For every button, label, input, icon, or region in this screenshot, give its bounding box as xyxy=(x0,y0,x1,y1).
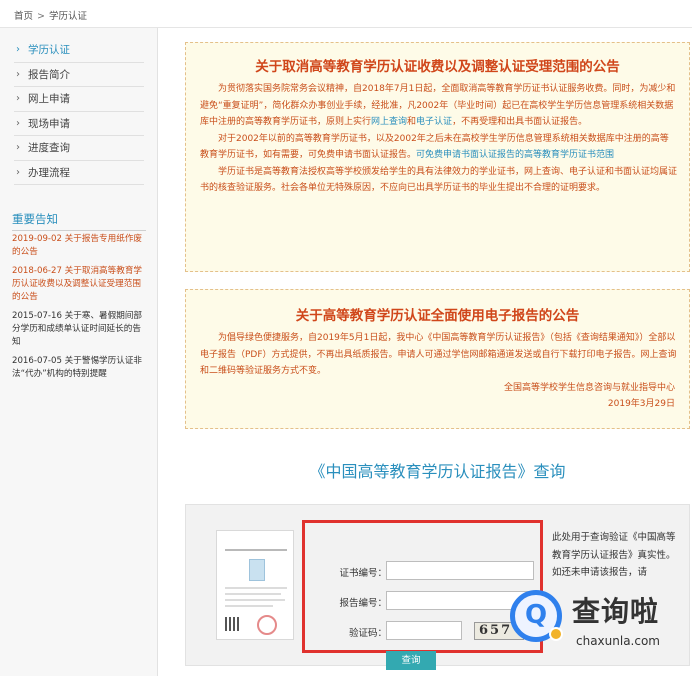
watermark-url: chaxunla.com xyxy=(576,634,660,648)
sidebar-item-onsite-apply[interactable]: › 现场申请 xyxy=(14,112,144,136)
certificate-text-line xyxy=(225,605,273,607)
watermark: Q 查询啦 chaxunla.com xyxy=(510,588,690,668)
sidebar-item-label: 网上申请 xyxy=(28,93,70,105)
announcement-fee-cancel: 关于取消高等教育学历认证收费以及调整认证受理范围的公告 为贯彻落实国务院常务会议… xyxy=(185,42,690,272)
breadcrumb-current: 学历认证 xyxy=(48,11,87,22)
captcha-label: 验证码： xyxy=(348,628,387,639)
notice-link[interactable]: 2016-07-05 关于警惕学历认证非法“代办”机构的特别提醒 xyxy=(12,355,148,381)
chevron-right-icon: › xyxy=(16,44,20,55)
announcement-paragraph: 对于2002年以前的高等教育学历证书，以及2002年之后未在高校学生学历信息管理… xyxy=(200,131,677,164)
notice-link[interactable]: 2019-09-02 关于报告专用纸作废的公告 xyxy=(12,233,148,259)
announcement-paragraph: 为倡导绿色便捷服务，自2019年5月1日起，我中心《中国高等教育学历认证报告》（… xyxy=(200,333,677,376)
paragraph-text: ，不再受理和出具书面认证报告。 xyxy=(452,117,588,127)
sidebar-nav: › 学历认证 › 报告简介 › 网上申请 › 现场申请 › 进度查询 › 办理流程 xyxy=(14,38,144,185)
sidebar-item-online-apply[interactable]: › 网上申请 xyxy=(14,87,144,112)
announcement-body: 为贯彻落实国务院常务会议精神，自2018年7月1日起，全面取消高等教育学历证书认… xyxy=(186,75,689,197)
main-content: 关于取消高等教育学历认证收费以及调整认证受理范围的公告 为贯彻落实国务院常务会议… xyxy=(158,28,692,676)
watermark-text: 查询啦 xyxy=(572,595,660,628)
qr-code-icon xyxy=(225,617,239,631)
magnifier-q-glyph: Q xyxy=(525,600,548,630)
announcement-title: 关于取消高等教育学历认证收费以及调整认证受理范围的公告 xyxy=(255,59,620,75)
announcement-date: 2019年3月29日 xyxy=(607,398,675,409)
chevron-right-icon: › xyxy=(16,117,20,129)
announcement-paragraph: 为贯彻落实国务院常务会议精神，自2018年7月1日起，全面取消高等教育学历证书认… xyxy=(200,81,677,131)
announcement-title: 关于高等教育学历认证全面使用电子报告的公告 xyxy=(295,308,580,324)
query-description: 此处用于查询验证《中国高等教育学历认证报告》真实性。如还未申请该报告，请 xyxy=(552,532,676,578)
certificate-number-input[interactable] xyxy=(386,561,534,580)
sidebar-item-label: 办理流程 xyxy=(28,166,70,179)
sidebar-item-label: 学历认证 xyxy=(28,44,70,56)
certificate-text-line xyxy=(225,587,287,589)
sidebar-item-report-intro[interactable]: › 报告简介 xyxy=(14,63,144,87)
sidebar-item-label: 报告简介 xyxy=(28,68,70,81)
seal-stamp-icon xyxy=(257,615,277,635)
notice-link[interactable]: 2015-07-16 关于寒、暑假期间部分学历和成绩单认证时间延长的告知 xyxy=(12,310,148,349)
certificate-thumbnail xyxy=(216,530,294,640)
certificate-text-line xyxy=(225,593,281,595)
magnifier-dot xyxy=(549,627,563,641)
certificate-number-label: 证书编号： xyxy=(339,568,387,579)
announcement-paragraph: 学历证书是高等教育法授权高等学校颁发给学生的具有法律效力的学业证书，网上查询、电… xyxy=(200,166,678,194)
report-number-label: 报告编号： xyxy=(339,598,387,609)
announcement-e-report: 关于高等教育学历认证全面使用电子报告的公告 为倡导绿色便捷服务，自2019年5月… xyxy=(185,289,690,429)
certificate-text-line xyxy=(225,599,285,601)
captcha-input[interactable] xyxy=(386,621,462,640)
paragraph-text: 和 xyxy=(407,117,417,127)
e-verification-link[interactable]: 电子认证 xyxy=(416,117,452,127)
query-title: 《中国高等教育学历认证报告》查询 xyxy=(309,462,566,481)
sidebar: › 学历认证 › 报告简介 › 网上申请 › 现场申请 › 进度查询 › 办理流程 重要告知… xyxy=(0,28,158,676)
announcement-signature: 全国高等学校学生信息咨询与就业指导中心 xyxy=(503,382,675,393)
query-submit-button[interactable]: 查询 xyxy=(386,651,436,670)
free-report-scope-link[interactable]: 可免费申请书面认证报告的高等教育学历证书范围 xyxy=(416,150,614,160)
chevron-right-icon: › xyxy=(16,68,20,80)
sidebar-item-degree-verification[interactable]: › 学历认证 xyxy=(14,38,144,63)
certificate-title-line xyxy=(225,549,287,551)
notice-link[interactable]: 2018-06-27 关于取消高等教育学历认证收费以及调整认证受理范围的公告 xyxy=(12,265,148,304)
chevron-right-icon: › xyxy=(16,142,20,153)
chevron-right-icon: › xyxy=(16,93,20,104)
certificate-photo xyxy=(249,559,265,581)
breadcrumb: 首页 > 学历认证 xyxy=(14,8,87,22)
chevron-right-icon: › xyxy=(16,166,20,178)
sidebar-item-progress-query[interactable]: › 进度查询 xyxy=(14,136,144,161)
top-bar: 首页 > 学历认证 xyxy=(0,0,692,28)
sidebar-item-process[interactable]: › 办理流程 xyxy=(14,161,144,185)
notices-title: 重要告知 xyxy=(12,212,58,226)
announcement-body: 为倡导绿色便捷服务，自2019年5月1日起，我中心《中国高等教育学历认证报告》（… xyxy=(186,324,689,380)
online-query-link[interactable]: 网上查询 xyxy=(371,117,407,127)
notices-list: 2019-09-02 关于报告专用纸作废的公告 2018-06-27 关于取消高… xyxy=(12,233,148,387)
breadcrumb-home-link[interactable]: 首页 xyxy=(14,11,33,22)
sidebar-item-label: 进度查询 xyxy=(28,142,70,154)
magnifier-q-icon: Q xyxy=(510,590,563,642)
sidebar-item-label: 现场申请 xyxy=(28,117,70,130)
notices-divider xyxy=(12,230,146,231)
breadcrumb-separator: > xyxy=(37,11,45,22)
